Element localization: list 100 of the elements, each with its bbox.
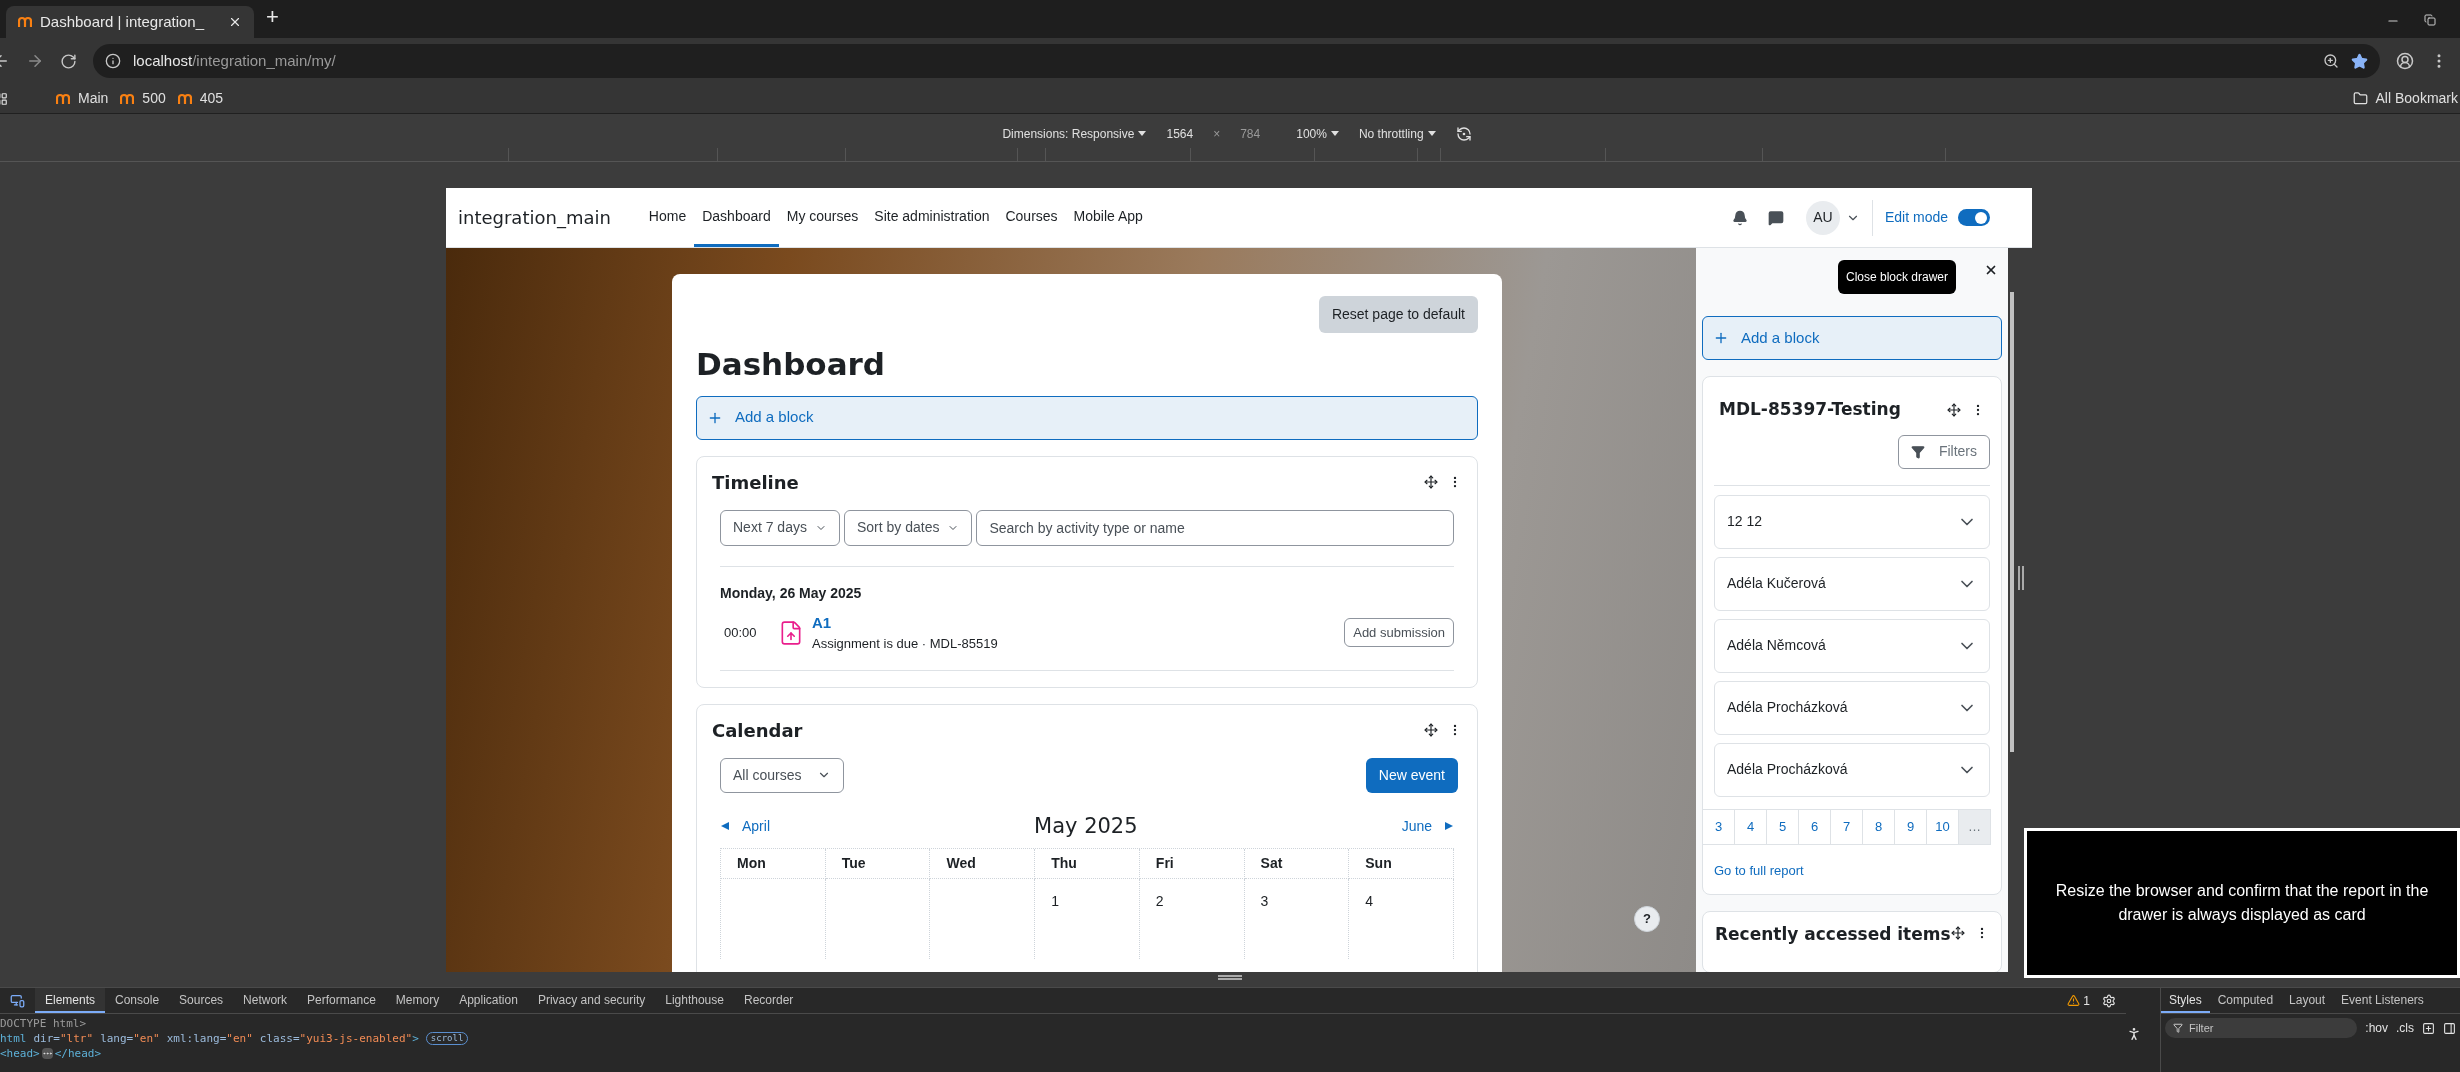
nav-link[interactable]: Mobile App [1065,188,1151,247]
move-icon[interactable] [1424,475,1438,489]
report-row[interactable]: Adéla Procházková [1714,742,1990,797]
report-row[interactable]: Adéla Kučerová [1714,556,1990,611]
site-info-icon[interactable] [105,53,121,69]
help-button[interactable]: ? [1634,906,1660,932]
height-field[interactable]: 784 [1240,125,1261,143]
resize-handle[interactable] [2018,566,2024,590]
page-link[interactable]: 8 [1862,808,1895,845]
devtools-tab[interactable]: Elements [35,988,106,1013]
day-number[interactable]: 3 [1260,893,1269,909]
device-toolbar-icon[interactable] [10,993,25,1008]
logo-icon [120,92,135,105]
zoom-icon[interactable] [2323,53,2339,69]
previous-month-link[interactable]: April [720,815,770,837]
nav-link[interactable]: Courses [997,188,1066,247]
dimensions-select[interactable]: Dimensions: Responsive [1002,125,1147,143]
search-field[interactable]: Search by activity type or name [976,509,1454,546]
report-row[interactable]: Adéla Procházková [1714,680,1990,735]
address-bar[interactable]: localhost/integration_main/my/ [93,44,2380,78]
browser-tab[interactable]: Dashboard | integration_ [6,6,254,38]
close-icon[interactable] [228,15,242,29]
resize-handle[interactable] [1218,975,1242,980]
add-block-button[interactable]: Add a block [1702,316,2002,360]
profile-icon[interactable] [2396,52,2414,70]
course-dropdown[interactable]: All courses [720,757,845,793]
code-attribute: dir="ltr" [33,1031,94,1046]
restore-icon[interactable] [2424,14,2436,26]
event-link[interactable]: A1 [812,611,832,634]
notifications-icon[interactable] [1731,209,1748,226]
settings-icon[interactable] [2102,993,2116,1008]
devtools-tab[interactable]: Privacy and security [527,988,656,1013]
styles-tab[interactable]: Styles [2161,988,2210,1013]
page-link[interactable]: 4 [1734,808,1767,845]
filter-field[interactable]: Filter [2165,1018,2358,1038]
code-tag: > [412,1031,419,1046]
full-report-link[interactable]: Go to full report [1714,860,1804,880]
styles-tab[interactable]: Layout [2281,988,2334,1013]
devtools-tab[interactable]: Network [233,988,298,1013]
page-link[interactable]: 6 [1798,808,1831,845]
devtools-tab[interactable]: Recorder [733,988,804,1013]
expand-icon[interactable] [41,1048,53,1059]
styles-tab[interactable]: Computed [2209,988,2282,1013]
all-bookmarks[interactable]: All Bookmark [2352,88,2458,109]
nav-link[interactable]: Home [640,188,695,247]
page-link[interactable]: 5 [1766,808,1799,845]
filter-dropdown[interactable]: Next 7 days [720,509,840,546]
user-avatar[interactable]: AU [1805,200,1840,235]
report-row[interactable]: 12 12 [1714,494,1990,549]
caret-icon[interactable] [1427,131,1436,137]
move-icon[interactable] [1424,723,1438,737]
sidebar-toggle-icon[interactable] [2443,1021,2456,1035]
next-month-link[interactable]: June [1401,815,1454,837]
filter-dropdown[interactable]: Sort by dates [843,509,973,546]
cls-toggle[interactable]: .cls [2396,1019,2414,1037]
warning-icon[interactable] [2067,994,2081,1007]
bookmark-item[interactable]: 405 [177,88,224,109]
filters-button[interactable]: Filters [1897,434,1990,469]
width-field[interactable]: 1564 [1166,125,1194,143]
page-link[interactable]: 7 [1830,808,1863,845]
warning-count[interactable]: 1 [2083,991,2090,1010]
hov-toggle[interactable]: :hov [2365,1019,2388,1037]
move-icon[interactable] [1951,926,1965,940]
reset-page-button[interactable]: Reset page to default [1318,296,1478,333]
throttling-select[interactable]: No throttling [1358,125,1436,143]
move-icon[interactable] [1947,402,1961,417]
accessibility-icon[interactable] [2126,1026,2142,1042]
reload-icon[interactable] [60,52,77,70]
forward-icon[interactable] [26,52,44,70]
report-row[interactable]: Adéla Němcová [1714,618,1990,673]
edit-mode-label: Edit mode [1884,208,1948,227]
caret-icon[interactable] [1330,131,1339,137]
devtools-tab[interactable]: Performance [297,988,386,1013]
rotate-icon[interactable] [1455,126,1472,142]
edit-mode-switch[interactable] [1958,209,1990,226]
devtools-tab[interactable]: Memory [385,988,450,1013]
devtools-tab[interactable]: Application [449,988,528,1013]
bookmark-item[interactable]: 500 [120,88,166,109]
messages-icon[interactable] [1767,209,1784,226]
add-block-button[interactable]: Add a block [696,395,1478,440]
new-tab-button[interactable]: + [266,0,279,33]
zoom-select[interactable]: 100% [1296,125,1339,143]
caret-icon[interactable] [1138,131,1147,137]
devtools-tab[interactable]: Lighthouse [655,988,734,1013]
page-link[interactable]: 9 [1894,808,1927,845]
nav-link[interactable]: Site administration [866,188,998,247]
day-number[interactable]: 2 [1155,893,1164,909]
devtools-tab[interactable]: Console [105,988,170,1013]
new-event-button[interactable]: New event [1365,757,1458,793]
nav-link[interactable]: My courses [778,188,867,247]
bookmark-star-icon[interactable] [2351,52,2368,70]
page-link[interactable]: 3 [1702,808,1735,845]
close-icon[interactable] [1984,263,1998,277]
site-name[interactable]: integration_main [458,204,611,231]
day-number[interactable]: 1 [1051,893,1059,909]
devtools-tab[interactable]: Sources [169,988,234,1013]
day-number[interactable]: 4 [1365,893,1374,909]
add-submission-button[interactable]: Add submission [1344,617,1454,648]
styles-tab[interactable]: Event Listeners [2333,988,2432,1013]
bookmark-item[interactable]: Main [56,88,109,109]
